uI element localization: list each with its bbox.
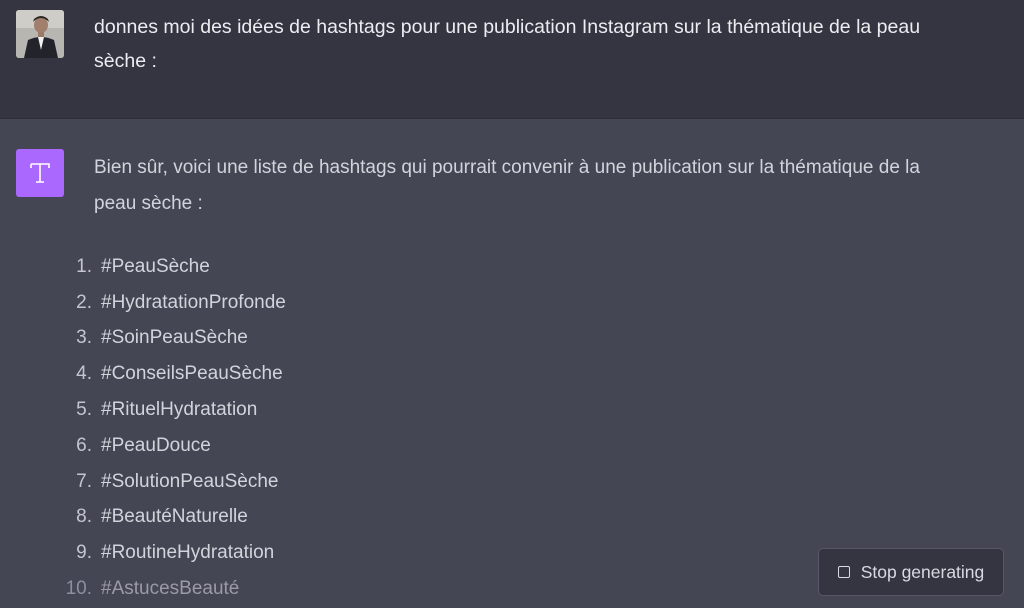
assistant-message-row: Bien sûr, voici une liste de hashtags qu… (0, 119, 1024, 608)
letter-t-icon (30, 163, 50, 183)
list-number: 8. (76, 506, 92, 528)
list-item: 1. #PeauSèche (62, 249, 286, 285)
hashtag-text: #ConseilsPeauSèche (101, 363, 283, 385)
stop-generating-button[interactable]: Stop generating (818, 548, 1004, 596)
list-number: 2. (76, 291, 92, 313)
hashtag-text: #BeautéNaturelle (101, 506, 248, 528)
assistant-avatar (16, 149, 64, 197)
list-number: 1. (76, 255, 92, 277)
list-item: 2. #HydratationProfonde (62, 285, 286, 321)
list-item: 7. #SolutionPeauSèche (62, 464, 286, 500)
list-number: 9. (76, 542, 92, 564)
list-item: 3. #SoinPeauSèche (62, 321, 286, 357)
list-item: 8. #BeautéNaturelle (62, 500, 286, 536)
hashtag-text: #RoutineHydratation (101, 542, 275, 564)
user-avatar (16, 10, 64, 58)
hashtag-text: #AstucesBeauté (101, 578, 240, 600)
hashtag-text: #SoinPeauSèche (101, 327, 248, 349)
hashtag-text: #SolutionPeauSèche (101, 470, 279, 492)
list-item: 6. #PeauDouce (62, 428, 286, 464)
list-number: 6. (76, 434, 92, 456)
hashtag-text: #RituelHydratation (101, 399, 258, 421)
stop-square-icon (837, 566, 850, 578)
list-number: 10. (65, 578, 92, 600)
hashtag-list: 1. #PeauSèche 2. #HydratationProfonde 3. #S… (62, 249, 286, 607)
hashtag-text: #PeauDouce (101, 434, 211, 456)
hashtag-text: #HydratationProfonde (101, 291, 286, 313)
list-number: 7. (76, 470, 92, 492)
list-item: 4. #ConseilsPeauSèche (62, 356, 286, 392)
list-item: 5. #RituelHydratation (62, 392, 286, 428)
hashtag-text: #PeauSèche (101, 255, 210, 277)
stop-generating-label: Stop generating (860, 561, 985, 582)
list-number: 5. (76, 399, 92, 421)
assistant-intro-text: Bien sûr, voici une liste de hashtags qu… (94, 157, 920, 214)
list-item: 9. #RoutineHydratation (62, 535, 286, 571)
list-number: 3. (76, 327, 92, 349)
user-message-row: donnes moi des idées de hashtags pour un… (0, 0, 1024, 119)
list-item: 10. #AstucesBeauté (62, 571, 286, 607)
list-number: 4. (76, 363, 92, 385)
user-message-text: donnes moi des idées de hashtags pour un… (94, 16, 921, 72)
user-photo-icon (16, 10, 64, 58)
